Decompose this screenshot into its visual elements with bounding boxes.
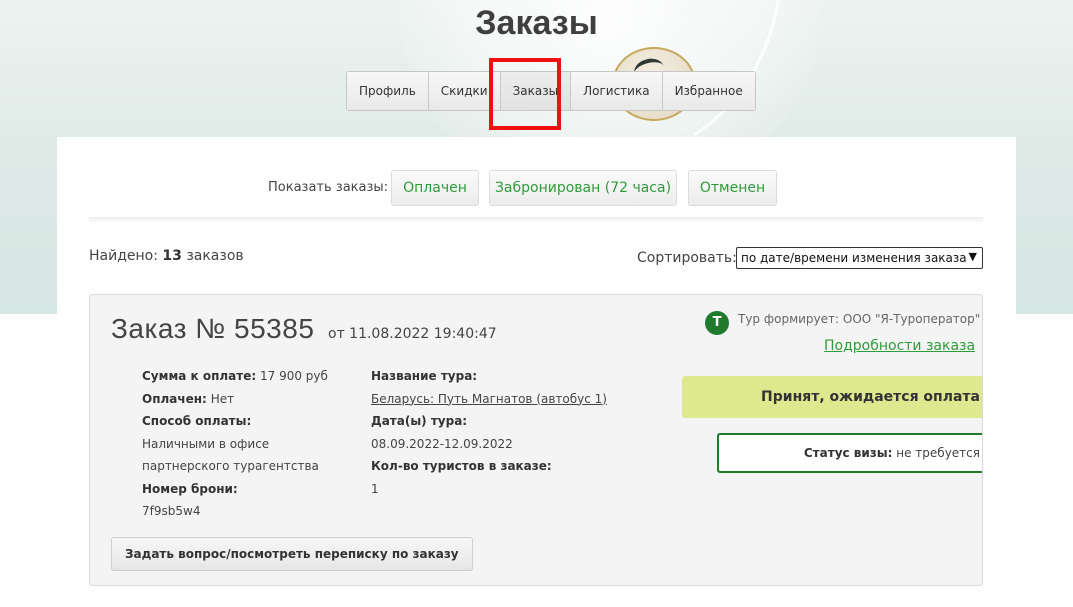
results-count: Найдено: 13 заказов (89, 248, 244, 264)
paid-label: Оплачен: (142, 391, 207, 406)
order-date: от 11.08.2022 19:40:47 (328, 326, 497, 342)
orders-card: Показать заказы: Оплачен Забронирован (7… (57, 137, 1016, 607)
order-status-badge: Принят, ожидается оплата (682, 376, 982, 418)
results-number: 13 (162, 248, 182, 264)
highlight-annotation (489, 58, 561, 130)
tab-logistics[interactable]: Логистика (571, 72, 663, 110)
sort-selected-value: по дате/времени изменения заказа (741, 251, 967, 265)
chevron-down-icon: ▼ (968, 250, 977, 263)
payment-method-label: Способ оплаты: (142, 414, 252, 428)
tour-name-label: Название тура: (371, 369, 478, 383)
visa-status-box: Статус визы: не требуется (717, 433, 982, 473)
sort-label: Сортировать: (637, 250, 737, 266)
visa-status-value: не требуется (896, 446, 980, 460)
booking-number-label: Номер брони: (142, 481, 238, 496)
tour-dates-label: Дата(ы) тура: (371, 414, 468, 428)
filter-paid-button[interactable]: Оплачен (391, 170, 479, 206)
tour-name-link[interactable]: Беларусь: Путь Магнатов (автобус 1) (371, 392, 607, 406)
booking-number-value: 7f9sb5w4 (142, 504, 201, 518)
order-payment-column: Сумма к оплате: 17 900 руб Оплачен: Нет … (142, 365, 328, 523)
tourists-count-value: 1 (371, 481, 379, 496)
order-details-link[interactable]: Подробности заказа (824, 338, 975, 354)
sum-label: Сумма к оплате: (142, 369, 257, 383)
results-suffix: заказов (186, 248, 244, 264)
ask-question-button[interactable]: Задать вопрос/посмотреть переписку по за… (111, 537, 473, 571)
filter-booked-button[interactable]: Забронирован (72 часа) (489, 170, 677, 206)
results-label: Найдено: (89, 248, 158, 264)
tab-favorites[interactable]: Избранное (662, 72, 755, 110)
visa-status-label: Статус визы: (803, 446, 893, 460)
tab-profile[interactable]: Профиль (347, 72, 429, 110)
order-card: Заказ № 55385 от 11.08.2022 19:40:47 Т Т… (89, 294, 983, 586)
page-title: Заказы (475, 4, 598, 42)
operator-text: Тур формирует: ООО "Я-Туроператор" (738, 312, 981, 326)
tourists-count-label: Кол-во туристов в заказе: (371, 459, 552, 473)
filter-cancelled-button[interactable]: Отменен (688, 170, 777, 206)
sort-select[interactable]: по дате/времени изменения заказа ▼ (736, 247, 983, 269)
sum-value: 17 900 руб (260, 369, 328, 383)
paid-value: Нет (210, 391, 235, 406)
operator-badge-icon: Т (705, 311, 729, 335)
order-tour-column: Название тура: Беларусь: Путь Магнатов (… (371, 365, 607, 500)
payment-method-value-line2: партнерского турагентства (142, 459, 319, 473)
tour-dates-value: 08.09.2022-12.09.2022 (371, 436, 513, 451)
order-title: Заказ № 55385 (111, 313, 315, 344)
divider (89, 217, 983, 223)
filters-label: Показать заказы: (268, 180, 389, 195)
payment-method-value-line1: Наличными в офисе (142, 436, 270, 451)
